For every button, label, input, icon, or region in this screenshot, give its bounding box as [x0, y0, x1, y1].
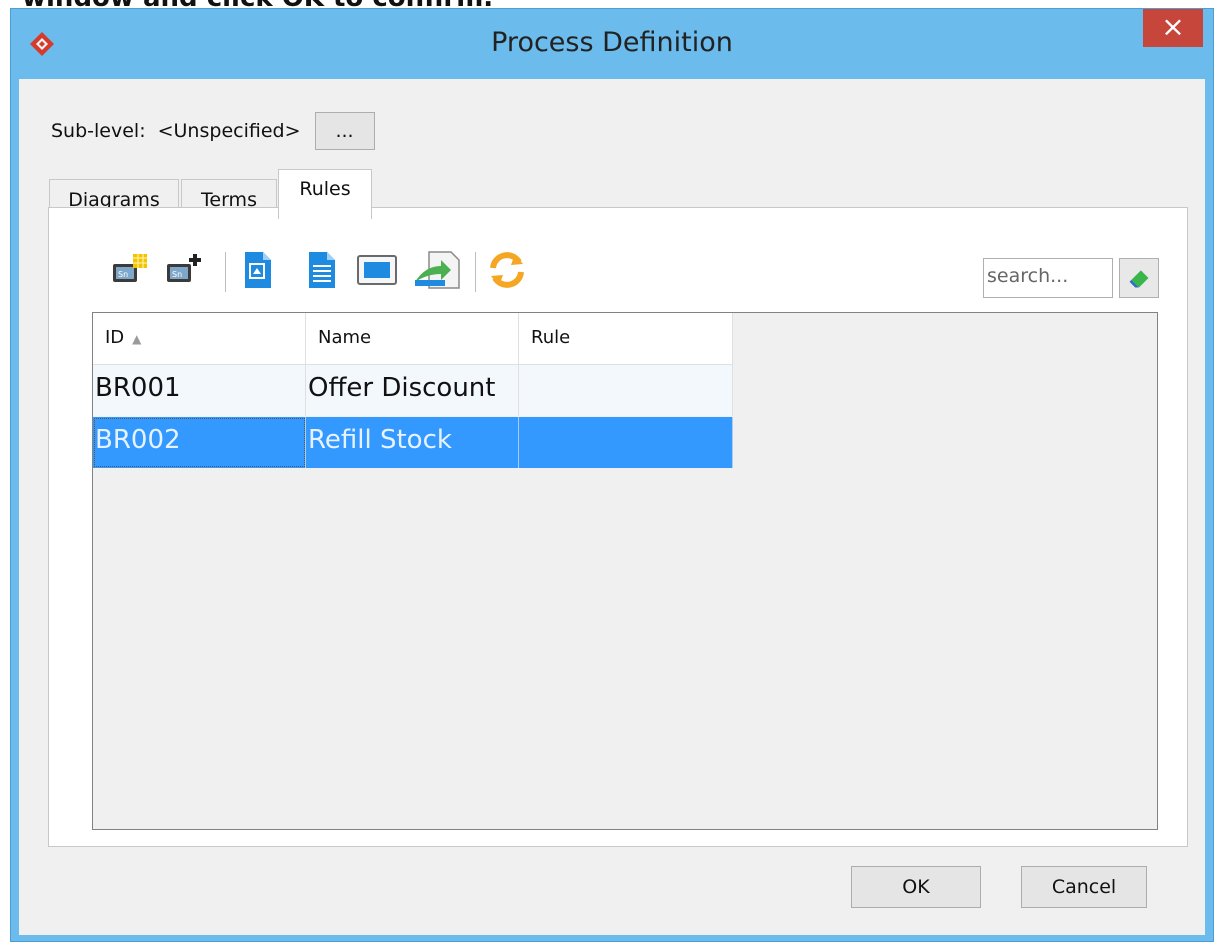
table-row-selected[interactable]: BR002 Refill Stock [93, 417, 733, 468]
browse-sub-level-button[interactable]: ... [314, 112, 375, 150]
refresh-icon[interactable] [485, 250, 529, 290]
sub-level-row: Sub-level: <Unspecified> ... [51, 111, 375, 151]
sort-ascending-icon: ▲ [132, 332, 142, 346]
column-header-label: Name [318, 327, 372, 348]
process-definition-dialog: Process Definition × Sub-level: <Unspeci… [10, 8, 1214, 942]
column-header-label: ID [105, 327, 125, 348]
eraser-icon[interactable] [1119, 258, 1159, 298]
cell-name: Offer Discount [306, 365, 519, 416]
toolbar-separator [225, 252, 226, 292]
close-button[interactable]: × [1143, 9, 1203, 47]
dialog-body: Sub-level: <Unspecified> ... Diagrams Te… [19, 79, 1205, 935]
title-bar[interactable]: Process Definition × [11, 9, 1213, 79]
sub-level-label: Sub-level: [51, 120, 146, 142]
column-header-rule[interactable]: Rule [519, 313, 733, 365]
cell-id: BR001 [93, 365, 306, 416]
frame-icon[interactable] [355, 250, 401, 290]
column-header-name[interactable]: Name [306, 313, 519, 365]
cell-name: Refill Stock [306, 417, 519, 468]
rules-table: ID ▲ Name Rule BR001 Offer Discount BR002 [92, 312, 1158, 830]
cell-id: BR002 [93, 417, 306, 468]
search-input[interactable]: search... [983, 258, 1113, 298]
column-header-label: Rule [531, 327, 571, 348]
ok-button[interactable]: OK [851, 866, 981, 908]
sub-level-value: <Unspecified> [157, 120, 301, 142]
document-icon[interactable] [303, 250, 339, 290]
cancel-button[interactable]: Cancel [1021, 866, 1147, 908]
svg-text:Sn: Sn [172, 270, 182, 279]
new-rule-icon[interactable]: Sn [109, 250, 153, 290]
svg-text:Sn: Sn [118, 270, 128, 279]
column-header-id[interactable]: ID ▲ [93, 313, 306, 365]
import-icon[interactable] [239, 250, 275, 290]
dialog-title: Process Definition [491, 27, 733, 58]
tab-rules[interactable]: Rules [278, 169, 372, 219]
cell-rule [519, 365, 733, 416]
cell-rule [519, 417, 733, 468]
table-header: ID ▲ Name Rule [93, 313, 733, 365]
add-rule-icon[interactable]: Sn [163, 250, 207, 290]
toolbar-separator [475, 252, 476, 292]
rules-panel: Sn Sn search... ID ▲ Name Rule BR001 Off… [48, 207, 1188, 847]
export-icon[interactable] [411, 250, 463, 290]
table-row[interactable]: BR001 Offer Discount [93, 365, 733, 416]
